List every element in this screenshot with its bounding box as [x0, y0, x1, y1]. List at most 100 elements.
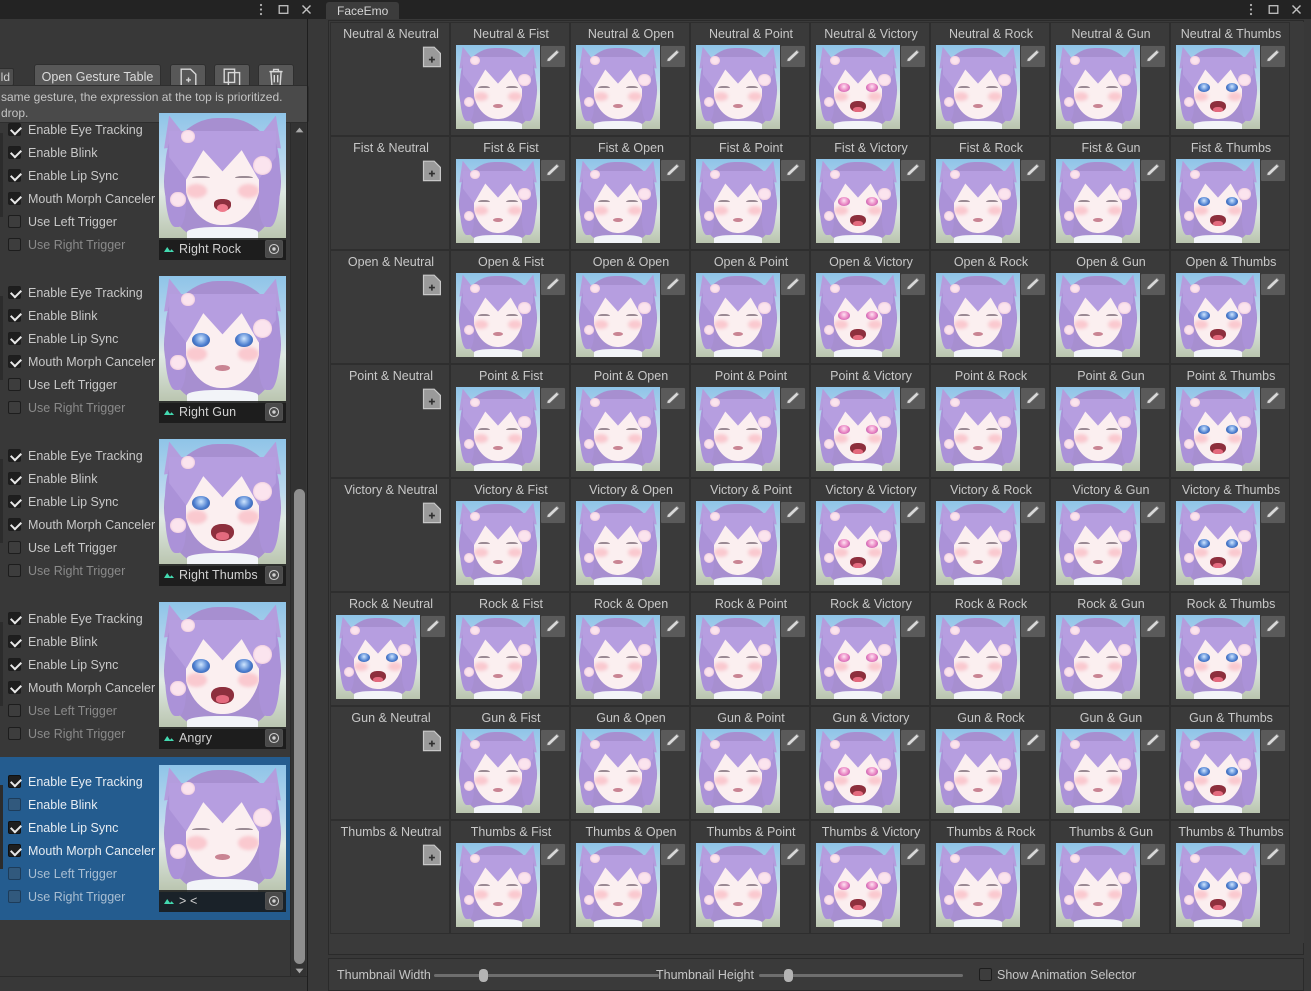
gesture-cell[interactable]: Rock & Rock [930, 592, 1050, 706]
gesture-cell[interactable]: Neutral & Point [690, 22, 810, 136]
option-enable-lip-sync[interactable]: Enable Lip Sync [8, 327, 158, 350]
expression-row[interactable]: Enable Eye Tracking Enable Blink Enable Li… [0, 268, 292, 431]
gesture-cell[interactable]: Open & Open [570, 250, 690, 364]
option-mouth-morph-canceler[interactable]: Mouth Morph Canceler [8, 839, 158, 862]
checkbox[interactable] [8, 472, 21, 485]
gesture-cell[interactable]: Point & Thumbs [1170, 364, 1290, 478]
option-use-right-trigger[interactable]: Use Right Trigger [8, 885, 158, 908]
gesture-cell[interactable]: Thumbs & Rock [930, 820, 1050, 934]
gesture-cell[interactable]: Victory & Rock [930, 478, 1050, 592]
edit-pencil-icon[interactable] [1140, 501, 1166, 524]
gesture-cell[interactable]: Fist & Point [690, 136, 810, 250]
gesture-cell[interactable]: Thumbs & Thumbs [1170, 820, 1290, 934]
edit-pencil-icon[interactable] [1020, 843, 1046, 866]
edit-pencil-icon[interactable] [540, 387, 566, 410]
checkbox[interactable] [8, 635, 21, 648]
gesture-cell[interactable]: Point & Rock [930, 364, 1050, 478]
edit-pencil-icon[interactable] [900, 501, 926, 524]
edit-pencil-icon[interactable] [780, 843, 806, 866]
edit-pencil-icon[interactable] [420, 615, 446, 638]
edit-pencil-icon[interactable] [1140, 159, 1166, 182]
expression-thumbnail[interactable]: Right Thumbs [159, 439, 286, 586]
option-enable-blink[interactable]: Enable Blink [8, 793, 158, 816]
gesture-cell[interactable]: Point & Victory [810, 364, 930, 478]
edit-pencil-icon[interactable] [780, 729, 806, 752]
gesture-cell[interactable]: Neutral & Open [570, 22, 690, 136]
target-icon[interactable] [265, 566, 283, 584]
checkbox[interactable] [8, 309, 21, 322]
gesture-cell[interactable]: Neutral & Thumbs [1170, 22, 1290, 136]
checkbox[interactable] [8, 727, 21, 740]
edit-pencil-icon[interactable] [900, 729, 926, 752]
gesture-cell[interactable]: Thumbs & Open [570, 820, 690, 934]
gesture-cell[interactable]: Neutral & Victory [810, 22, 930, 136]
gesture-cell[interactable]: Victory & Point [690, 478, 810, 592]
gesture-cell[interactable]: Neutral & Fist [450, 22, 570, 136]
gesture-cell[interactable]: Gun & Neutral [330, 706, 450, 820]
expression-thumbnail[interactable]: Right Rock [159, 113, 286, 260]
option-mouth-morph-canceler[interactable]: Mouth Morph Canceler [8, 513, 158, 536]
edit-pencil-icon[interactable] [1140, 615, 1166, 638]
edit-pencil-icon[interactable] [1140, 273, 1166, 296]
gesture-cell[interactable]: Gun & Thumbs [1170, 706, 1290, 820]
edit-pencil-icon[interactable] [1260, 615, 1286, 638]
expression-row[interactable]: Enable Eye Tracking Enable Blink Enable Li… [0, 594, 292, 757]
add-document-icon[interactable] [420, 501, 444, 525]
gesture-cell[interactable]: Open & Fist [450, 250, 570, 364]
option-enable-eye-tracking[interactable]: Enable Eye Tracking [8, 118, 158, 141]
gesture-cell[interactable]: Fist & Neutral [330, 136, 450, 250]
option-enable-blink[interactable]: Enable Blink [8, 304, 158, 327]
checkbox[interactable] [8, 612, 21, 625]
gesture-cell[interactable]: Victory & Neutral [330, 478, 450, 592]
edit-pencil-icon[interactable] [1140, 843, 1166, 866]
option-use-left-trigger[interactable]: Use Left Trigger [8, 699, 158, 722]
option-use-right-trigger[interactable]: Use Right Trigger [8, 233, 158, 256]
close-icon[interactable] [300, 3, 313, 16]
add-document-icon[interactable] [420, 159, 444, 183]
expression-row[interactable]: Enable Eye Tracking Enable Blink Enable Li… [0, 431, 292, 594]
thumbnail-width-slider[interactable] [434, 969, 659, 982]
clipped-text-field[interactable]: ld [0, 68, 14, 86]
edit-pencil-icon[interactable] [1260, 159, 1286, 182]
gesture-cell[interactable]: Open & Neutral [330, 250, 450, 364]
checkbox[interactable] [8, 844, 21, 857]
gesture-cell[interactable]: Fist & Open [570, 136, 690, 250]
edit-pencil-icon[interactable] [900, 615, 926, 638]
target-icon[interactable] [265, 892, 283, 910]
edit-pencil-icon[interactable] [1260, 273, 1286, 296]
gesture-cell[interactable]: Rock & Victory [810, 592, 930, 706]
gesture-cell[interactable]: Point & Fist [450, 364, 570, 478]
checkbox[interactable] [8, 704, 21, 717]
add-document-icon[interactable] [420, 729, 444, 753]
gesture-cell[interactable]: Neutral & Gun [1050, 22, 1170, 136]
gesture-cell[interactable]: Fist & Gun [1050, 136, 1170, 250]
gesture-cell[interactable]: Rock & Open [570, 592, 690, 706]
scrollbar-thumb[interactable] [294, 489, 305, 964]
option-enable-eye-tracking[interactable]: Enable Eye Tracking [8, 444, 158, 467]
gesture-cell[interactable]: Rock & Gun [1050, 592, 1170, 706]
edit-pencil-icon[interactable] [900, 159, 926, 182]
gesture-cell[interactable]: Gun & Rock [930, 706, 1050, 820]
option-use-right-trigger[interactable]: Use Right Trigger [8, 722, 158, 745]
edit-pencil-icon[interactable] [540, 729, 566, 752]
option-mouth-morph-canceler[interactable]: Mouth Morph Canceler [8, 187, 158, 210]
checkbox[interactable] [8, 867, 21, 880]
checkbox[interactable] [8, 238, 21, 251]
checkbox[interactable] [8, 775, 21, 788]
edit-pencil-icon[interactable] [1260, 843, 1286, 866]
edit-pencil-icon[interactable] [900, 45, 926, 68]
gesture-cell[interactable]: Fist & Victory [810, 136, 930, 250]
add-document-icon[interactable] [420, 45, 444, 69]
gesture-cell[interactable]: Open & Rock [930, 250, 1050, 364]
edit-pencil-icon[interactable] [540, 843, 566, 866]
checkbox[interactable] [8, 169, 21, 182]
gesture-cell[interactable]: Open & Victory [810, 250, 930, 364]
thumbnail-height-slider[interactable] [759, 969, 963, 982]
gesture-cell[interactable]: Victory & Open [570, 478, 690, 592]
maximize-icon[interactable] [277, 3, 290, 16]
expression-list-scrollbar[interactable] [290, 123, 306, 978]
expression-thumbnail[interactable]: > < [159, 765, 286, 912]
target-icon[interactable] [265, 403, 283, 421]
slider-knob[interactable] [479, 969, 488, 982]
option-enable-eye-tracking[interactable]: Enable Eye Tracking [8, 281, 158, 304]
